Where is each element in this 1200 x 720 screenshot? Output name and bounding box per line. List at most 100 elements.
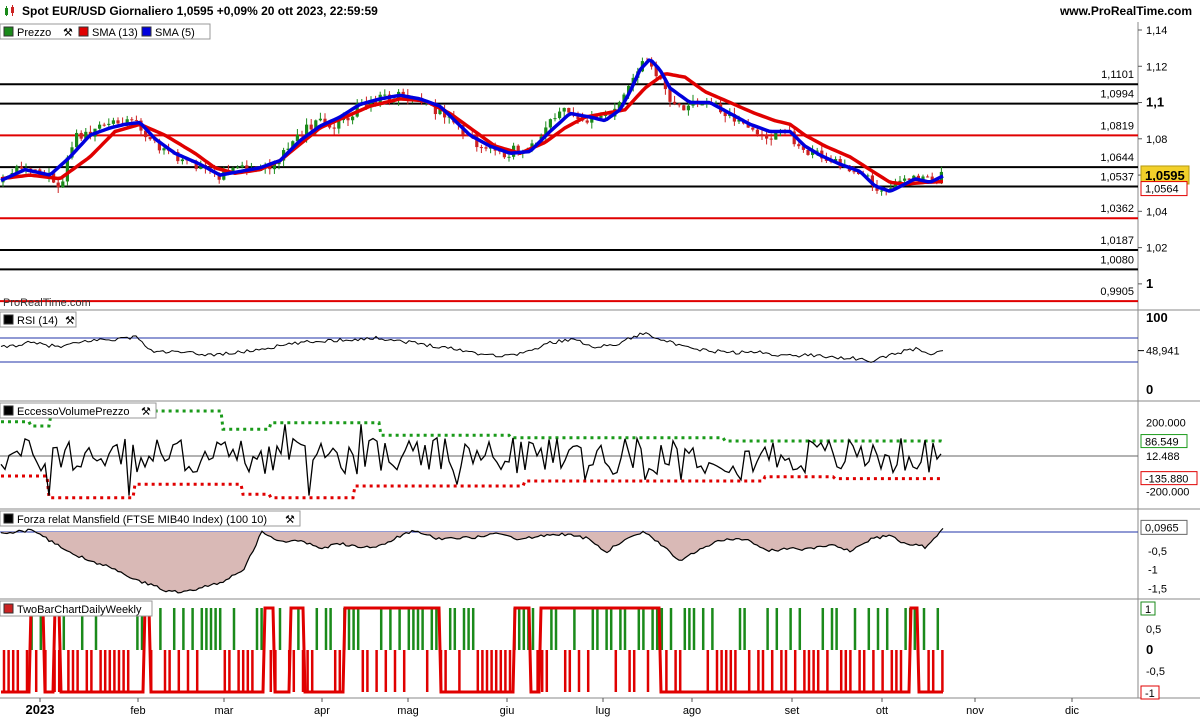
site-link[interactable]: www.ProRealTime.com [1060,4,1192,18]
twobar-legend-swatch [3,603,14,614]
candle-body [300,134,304,137]
x-axis-label: mar [215,705,234,717]
candle-body [75,132,79,148]
mansfield-axis-label: -0,5 [1148,546,1167,558]
price-axis-label: 1,1 [1146,95,1164,110]
mansfield-legend-text: Forza relat Mansfield (FTSE MIB40 Index)… [17,514,267,526]
candle-body [806,149,810,155]
candle-body [309,124,313,130]
candle-body [240,165,244,168]
wrench-icon: ⚒ [65,315,75,327]
candle-body [673,101,677,104]
evp-axis-label: 200.000 [1146,418,1186,430]
evp-upper-label: 86.549 [1145,437,1179,449]
candle-body [686,105,690,111]
x-axis-label: dic [1065,705,1080,717]
x-axis-label: mag [397,705,418,717]
price-legend-swatch [78,26,89,37]
rsi-last-label: 48,941 [1146,346,1180,358]
candle-body [180,159,184,162]
evp-lower-label: -135.880 [1145,474,1188,486]
candle-body [484,147,488,149]
watermark: ProRealTime.com [3,297,91,309]
price-level-label: 0,9905 [1100,286,1134,298]
candle-body [553,118,557,120]
price-axis-label: 1,04 [1146,206,1167,218]
x-axis-label: set [785,705,800,717]
candle-body [236,167,240,169]
x-axis-label: giu [500,705,515,717]
twobar-axis-label: -0,5 [1146,666,1165,678]
wrench-icon: ⚒ [63,27,73,39]
candle-body [677,103,681,106]
price-level-label: 1,0994 [1100,89,1134,101]
rsi-legend-swatch [3,314,14,325]
candle-body [383,94,387,96]
mansfield-axis-label: -1,5 [1148,583,1167,595]
price-level-label: 1,0537 [1100,171,1134,183]
rsi-legend-text: RSI (14) [17,315,58,327]
candle-body [765,134,769,139]
candle-body [111,120,115,124]
price-axis-label: 1,08 [1146,134,1167,146]
candle-body [760,134,764,136]
candle-body [926,176,930,178]
price-legend-swatch [3,26,14,37]
twobar-legend-text: TwoBarChartDailyWeekly [17,604,142,616]
evp-legend-text: EccessoVolumePrezzo [17,406,130,418]
candle-body [107,123,111,125]
x-axis-label: nov [966,705,984,717]
rsi-axis-label: 0 [1146,382,1153,397]
candle-body [548,119,552,128]
candle-body [102,124,106,126]
mansfield-axis-label: -1 [1148,565,1158,577]
candle-body [19,166,23,169]
price-legend-text: SMA (13) [92,27,138,39]
price-level-label: 1,0362 [1100,203,1134,215]
candle-body [116,120,120,124]
x-axis-label: apr [314,705,330,717]
mansfield-last-label: 0,0965 [1145,522,1179,534]
x-axis-label: 2023 [26,702,55,717]
candle-body [769,138,773,140]
last-price-label: 1,0595 [1145,168,1185,183]
candle-body [755,129,759,135]
evp-legend-swatch [3,405,14,416]
candle-body [351,116,355,121]
candle-body [56,182,60,188]
candle-body [148,137,152,140]
price-level-label: 1,1101 [1101,69,1134,81]
rsi-axis-label: 100 [1146,310,1168,325]
candle-body [61,181,65,188]
candle-body [668,89,672,102]
candle-body [130,119,134,121]
instrument-title: Spot EUR/USD Giornaliero 1,0595 +0,09% 2… [22,4,378,18]
candle-body [162,148,166,151]
price-axis-label: 1,14 [1146,25,1167,37]
price-level-label: 1,0187 [1100,235,1134,247]
wrench-icon: ⚒ [285,514,295,526]
candle-body [585,120,589,123]
candle-body [700,104,704,106]
chart-area[interactable]: 1,11011,09941,08191,06441,05371,03621,01… [0,22,1200,720]
candle-body [98,124,102,129]
candlestick-logo-icon [5,5,14,16]
price-axis-label: 1 [1146,276,1153,291]
last-sma13-label: 1,0564 [1145,184,1179,196]
chart-header: Spot EUR/USD Giornaliero 1,0595 +0,09% 2… [0,0,1200,23]
price-axis-label: 1,02 [1146,243,1167,255]
candle-body [567,107,571,113]
price-level-label: 1,0080 [1100,254,1134,266]
wrench-icon: ⚒ [141,406,151,418]
candle-body [507,156,511,158]
candle-body [558,111,562,119]
candle-body [599,115,603,118]
price-legend-swatch [141,26,152,37]
candle-body [797,144,801,147]
price-legend-text: Prezzo [17,27,51,39]
candle-body [79,132,83,139]
twobar-axis-label: 0 [1146,642,1153,657]
x-axis-label: ott [876,705,888,717]
price-legend-text: SMA (5) [155,27,195,39]
price-level-label: 1,0644 [1100,152,1134,164]
